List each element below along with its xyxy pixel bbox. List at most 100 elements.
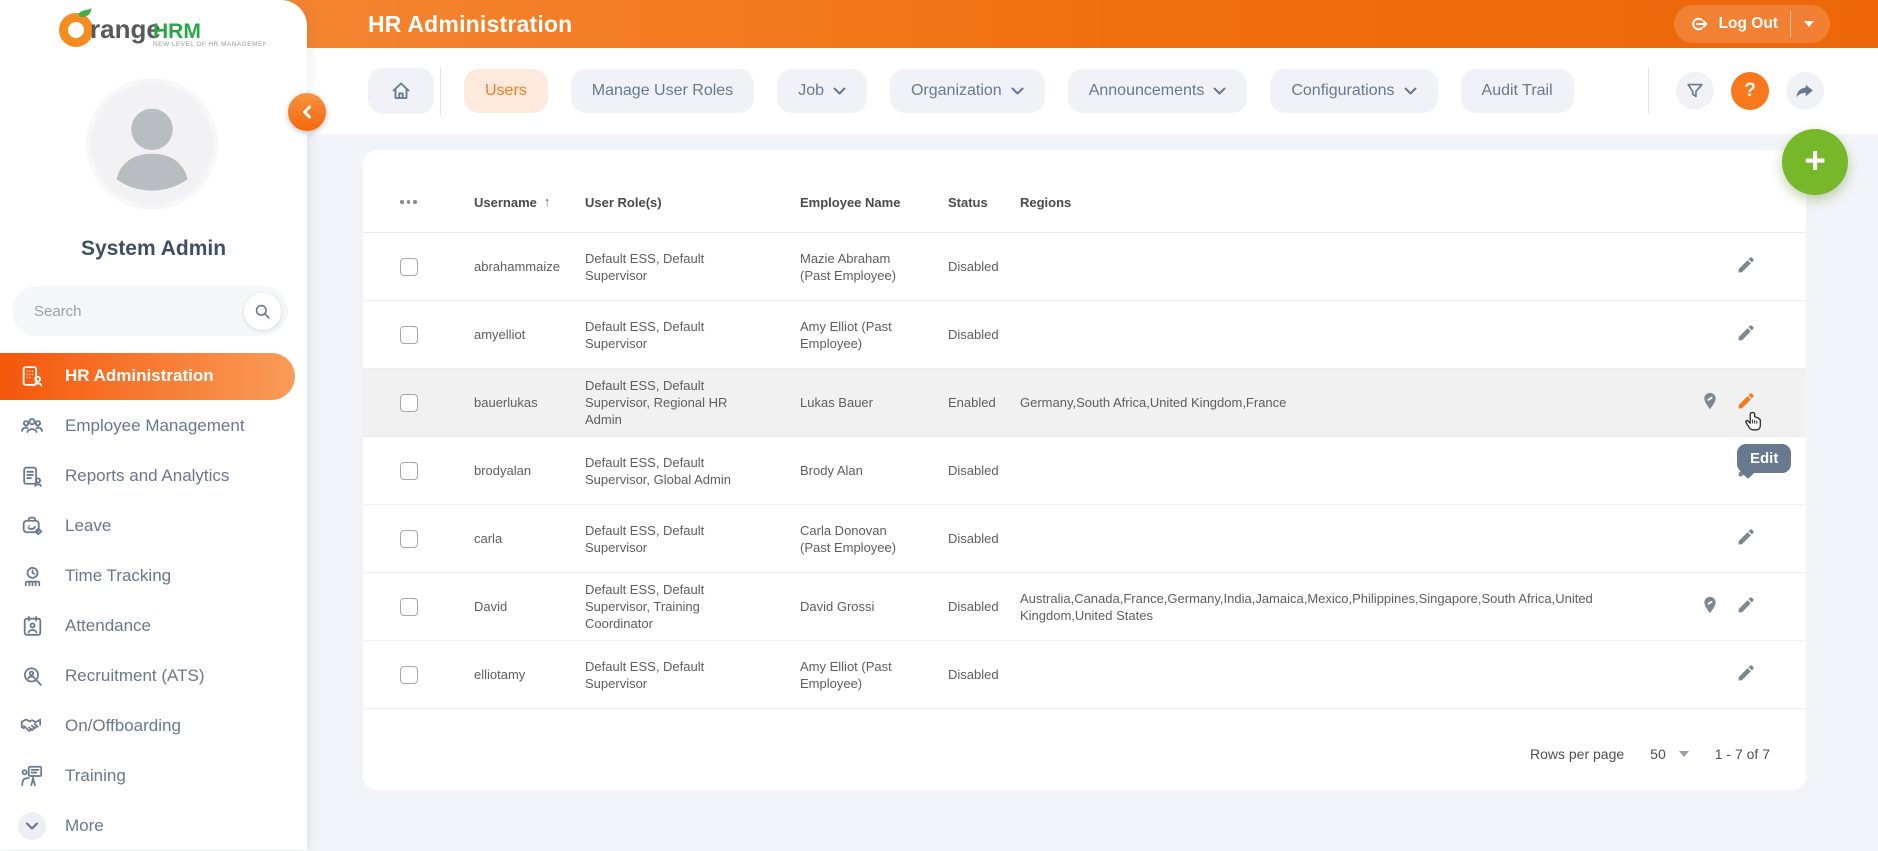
edit-button[interactable] [1736, 255, 1756, 279]
cell-username: elliotamy [474, 667, 526, 682]
chevron-down-icon [1404, 87, 1417, 94]
cell-user-roles: Default ESS, Default Supervisor, Trainin… [585, 582, 705, 631]
row-checkbox[interactable] [400, 529, 418, 548]
row-checkbox[interactable] [400, 393, 418, 412]
pencil-icon [1738, 664, 1754, 680]
chevron-left-icon [303, 105, 311, 119]
edit-button[interactable] [1736, 663, 1756, 687]
sidebar-item-time-tracking[interactable]: Time Tracking [0, 551, 307, 601]
sidebar-item-hr-administration[interactable]: HR Administration [0, 352, 295, 400]
tab-label: Organization [910, 82, 1002, 99]
home-button[interactable] [368, 68, 434, 114]
location-pin-icon [1704, 596, 1716, 613]
avatar[interactable] [86, 78, 218, 210]
attendance-icon [19, 613, 45, 639]
edit-button[interactable] [1736, 595, 1756, 619]
tab-organization[interactable]: Organization [889, 69, 1045, 113]
search-input[interactable] [32, 301, 244, 321]
cell-regions: Australia,Canada,France,Germany,India,Ja… [1020, 590, 1593, 623]
sidebar-item-employee-management[interactable]: Employee Management [0, 401, 307, 451]
page-title: HR Administration [368, 10, 573, 37]
edit-button[interactable] [1736, 323, 1756, 347]
tab-announcements[interactable]: Announcements [1067, 69, 1248, 113]
regions-button[interactable] [1700, 594, 1720, 620]
logout-divider [1790, 11, 1791, 37]
tab-label: Users [485, 82, 527, 99]
column-header-status[interactable]: Status [948, 195, 1020, 210]
chevron-down-icon [1011, 87, 1024, 94]
cell-status: Disabled [948, 599, 999, 614]
chevron-down-icon [1678, 751, 1689, 757]
edit-button-hovered[interactable] [1736, 391, 1756, 415]
time-tracking-icon [19, 563, 45, 589]
search-button[interactable] [244, 292, 281, 330]
tab-label: Audit Trail [1481, 82, 1553, 99]
cell-username: carla [474, 531, 503, 546]
sidebar-collapse-button[interactable] [288, 93, 326, 131]
sidebar-item-label: HR Administration [65, 366, 214, 385]
sidebar-search [12, 286, 288, 336]
sidebar-item-on-offboarding[interactable]: On/Offboarding [0, 701, 307, 751]
column-menu-icon[interactable] [400, 200, 474, 204]
sidebar-item-training[interactable]: Training [0, 751, 307, 801]
training-icon [19, 763, 45, 789]
cell-status: Disabled [948, 667, 999, 682]
logout-button[interactable]: Log Out [1673, 5, 1830, 43]
person-silhouette-icon [116, 108, 188, 191]
row-checkbox[interactable] [400, 597, 418, 616]
table-row: carla Default ESS, Default Supervisor Ca… [363, 505, 1806, 573]
row-checkbox[interactable] [400, 665, 418, 684]
column-header-user-roles[interactable]: User Role(s) [585, 195, 800, 210]
cell-user-roles: Default ESS, Default Supervisor [585, 522, 705, 555]
tab-label: Announcements [1088, 82, 1205, 99]
sort-ascending-icon: ↑ [543, 193, 551, 209]
tab-configurations[interactable]: Configurations [1270, 69, 1438, 113]
tab-label: Configurations [1291, 82, 1395, 99]
table-row: abrahammaize Default ESS, Default Superv… [363, 233, 1806, 301]
cell-user-roles: Default ESS, Default Supervisor [585, 250, 705, 283]
sidebar-item-label: More [65, 816, 104, 835]
help-button[interactable]: ? [1731, 72, 1769, 110]
row-checkbox[interactable] [400, 461, 418, 480]
sidebar-item-reports-and-analytics[interactable]: Reports and Analytics [0, 451, 307, 501]
sidebar-item-recruitment[interactable]: Recruitment (ATS) [0, 651, 307, 701]
regions-button[interactable] [1700, 390, 1720, 416]
sidebar-item-label: On/Offboarding [65, 716, 181, 735]
column-header-regions[interactable]: Regions [1020, 195, 1691, 210]
share-forward-icon [1796, 84, 1813, 98]
sidebar-item-more[interactable]: More [0, 801, 307, 851]
hr-administration-icon [19, 363, 45, 389]
cell-employee-name: Brody Alan [800, 463, 863, 478]
row-checkbox[interactable] [400, 257, 418, 276]
tab-manage-user-roles[interactable]: Manage User Roles [570, 69, 755, 113]
filter-button[interactable] [1676, 72, 1714, 110]
logout-dropdown-button[interactable] [1800, 21, 1818, 27]
share-button[interactable] [1786, 72, 1824, 110]
chevron-down-icon [1213, 87, 1226, 94]
sidebar-item-attendance[interactable]: Attendance [0, 601, 307, 651]
cell-employee-name: Mazie Abraham (Past Employee) [800, 250, 897, 283]
reports-analytics-icon [19, 463, 45, 489]
column-header-employee-name[interactable]: Employee Name [800, 195, 948, 210]
tab-users[interactable]: Users [464, 69, 548, 113]
cell-user-roles: Default ESS, Default Supervisor [585, 658, 705, 691]
tab-job[interactable]: Job [777, 69, 867, 113]
logo-word: range [90, 14, 161, 44]
cell-employee-name: David Grossi [800, 599, 875, 614]
add-user-fab[interactable]: + [1782, 129, 1848, 195]
chevron-down-icon [18, 812, 46, 840]
rows-per-page-select[interactable]: 50 [1650, 746, 1689, 762]
rows-per-page-label: Rows per page [1529, 746, 1625, 762]
rows-per-page-value: 50 [1650, 746, 1666, 762]
recruitment-icon [19, 663, 45, 689]
row-checkbox[interactable] [400, 325, 418, 344]
tab-audit-trail[interactable]: Audit Trail [1460, 69, 1574, 113]
onboarding-icon [19, 713, 45, 739]
sidebar: range HRM NEW LEVEL OF HR MANAGEMENT Sys… [0, 0, 326, 851]
edit-button[interactable] [1736, 527, 1756, 551]
pencil-icon [1738, 392, 1754, 408]
column-header-username[interactable]: Username ↑ [474, 193, 585, 210]
sidebar-item-leave[interactable]: Leave [0, 501, 307, 551]
pencil-icon [1738, 324, 1754, 340]
plus-icon: + [1804, 139, 1826, 181]
